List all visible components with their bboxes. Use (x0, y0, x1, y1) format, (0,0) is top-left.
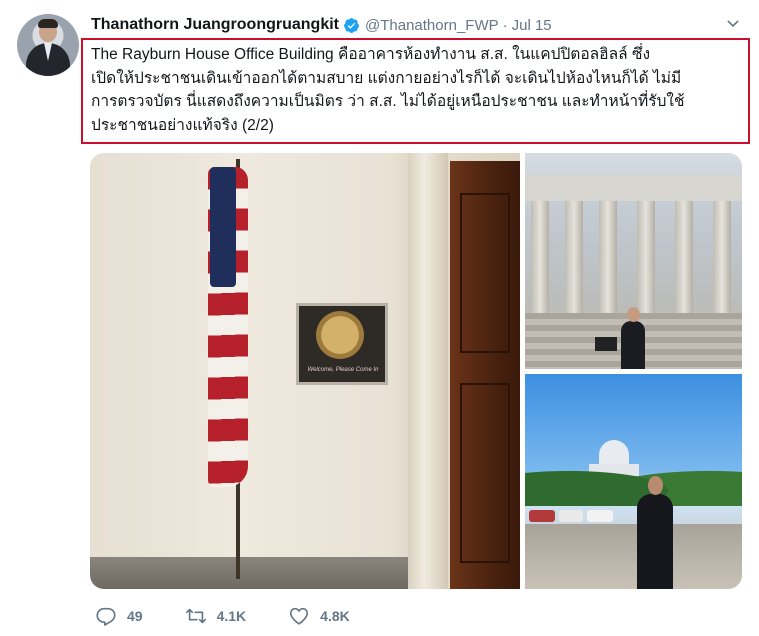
avatar-hair (38, 19, 58, 28)
person-standing (621, 307, 645, 369)
floor (90, 557, 420, 589)
tweet-header: Thanathorn Juangroongruangkit @Thanathor… (91, 14, 552, 36)
column (675, 201, 693, 313)
car (587, 510, 613, 522)
tweet-text-line: ประชาชนอย่างแท้จริง (2/2) (91, 116, 274, 134)
column (531, 201, 549, 313)
trees (525, 456, 742, 506)
column (565, 201, 583, 313)
like-count: 4.8K (320, 608, 350, 624)
tweet-text-line: The Rayburn House Office Building คืออาค… (91, 46, 651, 63)
separator-dot: · (502, 16, 508, 34)
car (559, 510, 583, 522)
column (713, 201, 731, 313)
reply-count: 49 (127, 608, 143, 624)
person-head (648, 476, 663, 495)
car (529, 510, 555, 522)
reply-icon (96, 607, 116, 626)
door-panel (460, 383, 510, 563)
tweet-actions: 49 4.1K 4.8K (95, 604, 392, 628)
person-face (627, 307, 640, 322)
reply-button[interactable]: 49 (95, 605, 143, 627)
tweet-date[interactable]: Jul 15 (512, 17, 552, 34)
entablature (525, 175, 742, 201)
chevron-down-icon[interactable] (725, 16, 741, 32)
verified-badge-icon (344, 17, 359, 33)
camera (595, 337, 617, 351)
tweet-text-highlighted: The Rayburn House Office Building คืออาค… (81, 38, 750, 144)
heart-icon (290, 607, 309, 625)
wall-pillar (408, 153, 448, 589)
author-name[interactable]: Thanathorn Juangroongruangkit (91, 16, 339, 34)
road (525, 524, 742, 589)
retweet-count: 4.1K (216, 608, 247, 624)
tweet-text-line: เปิดให้ประชาชนเดินเข้าออกได้ตามสบาย แต่ง… (91, 69, 682, 87)
author-avatar[interactable] (17, 14, 79, 76)
photo-capitol-view[interactable] (525, 374, 742, 589)
flag-canton (210, 167, 236, 287)
tweet-text-line: การตรวจบัตร นี่แสดงถึงความเป็นมิตร ว่า ส… (91, 93, 685, 110)
retweet-icon (185, 608, 206, 624)
retweet-button[interactable]: 4.1K (185, 605, 247, 627)
column (599, 201, 617, 313)
person-back-view (637, 476, 673, 589)
column (637, 201, 655, 313)
photo-building-columns[interactable] (525, 153, 742, 369)
door-panel (460, 193, 510, 353)
plaque-seal-icon (316, 311, 364, 359)
photo-office-door-flag[interactable]: Welcome, Please Come In (90, 153, 520, 589)
plaque-text: Welcome, Please Come In (307, 367, 379, 373)
author-handle[interactable]: @Thanathorn_FWP (365, 17, 499, 34)
media-grid: Welcome, Please Come In (90, 153, 742, 589)
like-button[interactable]: 4.8K (288, 605, 350, 627)
